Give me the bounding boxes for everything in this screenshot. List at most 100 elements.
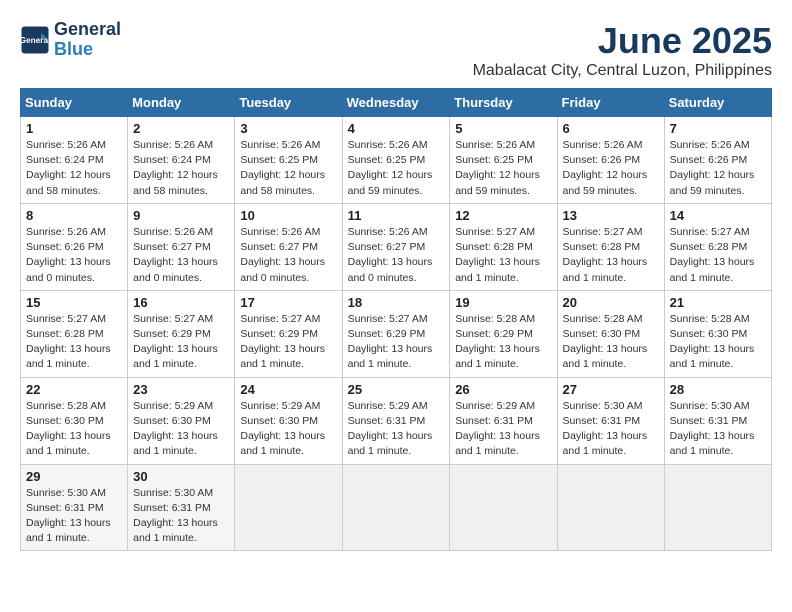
day-info: Sunrise: 5:27 AM Sunset: 6:28 PM Dayligh…: [563, 225, 659, 286]
day-info: Sunrise: 5:26 AM Sunset: 6:26 PM Dayligh…: [670, 138, 766, 199]
calendar-day-cell: 24 Sunrise: 5:29 AM Sunset: 6:30 PM Dayl…: [235, 377, 342, 464]
daylight-label: Daylight: 13 hours and 0 minutes.: [26, 256, 111, 283]
sunset-label: Sunset: 6:28 PM: [26, 328, 104, 340]
calendar-day-cell: 26 Sunrise: 5:29 AM Sunset: 6:31 PM Dayl…: [450, 377, 557, 464]
calendar-table: SundayMondayTuesdayWednesdayThursdayFrid…: [20, 88, 772, 551]
sunrise-label: Sunrise: 5:26 AM: [133, 139, 213, 151]
daylight-label: Daylight: 13 hours and 1 minute.: [563, 256, 648, 283]
sunset-label: Sunset: 6:29 PM: [348, 328, 426, 340]
daylight-label: Daylight: 12 hours and 59 minutes.: [348, 169, 433, 196]
sunset-label: Sunset: 6:31 PM: [348, 415, 426, 427]
calendar-day-cell: [664, 464, 771, 551]
day-number: 4: [348, 121, 445, 136]
daylight-label: Daylight: 12 hours and 59 minutes.: [455, 169, 540, 196]
logo-text-general: General: [54, 20, 121, 40]
calendar-day-cell: 3 Sunrise: 5:26 AM Sunset: 6:25 PM Dayli…: [235, 117, 342, 204]
sunrise-label: Sunrise: 5:26 AM: [348, 139, 428, 151]
sunrise-label: Sunrise: 5:27 AM: [133, 313, 213, 325]
daylight-label: Daylight: 13 hours and 1 minute.: [563, 343, 648, 370]
calendar-day-cell: 28 Sunrise: 5:30 AM Sunset: 6:31 PM Dayl…: [664, 377, 771, 464]
logo-icon: General: [20, 25, 50, 55]
day-info: Sunrise: 5:26 AM Sunset: 6:27 PM Dayligh…: [348, 225, 445, 286]
day-info: Sunrise: 5:30 AM Sunset: 6:31 PM Dayligh…: [133, 486, 229, 547]
daylight-label: Daylight: 13 hours and 1 minute.: [133, 517, 218, 544]
sunset-label: Sunset: 6:27 PM: [133, 241, 211, 253]
location-subtitle: Mabalacat City, Central Luzon, Philippin…: [473, 62, 772, 80]
day-info: Sunrise: 5:27 AM Sunset: 6:29 PM Dayligh…: [240, 312, 336, 373]
day-number: 13: [563, 208, 659, 223]
day-number: 2: [133, 121, 229, 136]
sunrise-label: Sunrise: 5:27 AM: [670, 226, 750, 238]
sunset-label: Sunset: 6:25 PM: [240, 154, 318, 166]
weekday-header-row: SundayMondayTuesdayWednesdayThursdayFrid…: [21, 89, 772, 117]
day-info: Sunrise: 5:26 AM Sunset: 6:27 PM Dayligh…: [133, 225, 229, 286]
daylight-label: Daylight: 13 hours and 1 minute.: [26, 343, 111, 370]
daylight-label: Daylight: 13 hours and 1 minute.: [240, 430, 325, 457]
calendar-week-row: 15 Sunrise: 5:27 AM Sunset: 6:28 PM Dayl…: [21, 290, 772, 377]
daylight-label: Daylight: 13 hours and 1 minute.: [670, 343, 755, 370]
daylight-label: Daylight: 12 hours and 58 minutes.: [133, 169, 218, 196]
calendar-day-cell: [557, 464, 664, 551]
sunrise-label: Sunrise: 5:26 AM: [26, 139, 106, 151]
calendar-week-row: 1 Sunrise: 5:26 AM Sunset: 6:24 PM Dayli…: [21, 117, 772, 204]
calendar-body: 1 Sunrise: 5:26 AM Sunset: 6:24 PM Dayli…: [21, 117, 772, 551]
daylight-label: Daylight: 13 hours and 1 minute.: [455, 343, 540, 370]
daylight-label: Daylight: 13 hours and 0 minutes.: [348, 256, 433, 283]
daylight-label: Daylight: 12 hours and 58 minutes.: [26, 169, 111, 196]
sunset-label: Sunset: 6:31 PM: [133, 502, 211, 514]
day-info: Sunrise: 5:26 AM Sunset: 6:26 PM Dayligh…: [26, 225, 122, 286]
day-number: 25: [348, 382, 445, 397]
day-info: Sunrise: 5:26 AM Sunset: 6:27 PM Dayligh…: [240, 225, 336, 286]
day-info: Sunrise: 5:26 AM Sunset: 6:24 PM Dayligh…: [133, 138, 229, 199]
day-number: 21: [670, 295, 766, 310]
logo-text-blue: Blue: [54, 40, 121, 60]
daylight-label: Daylight: 13 hours and 1 minute.: [348, 430, 433, 457]
calendar-day-cell: 10 Sunrise: 5:26 AM Sunset: 6:27 PM Dayl…: [235, 203, 342, 290]
daylight-label: Daylight: 13 hours and 1 minute.: [240, 343, 325, 370]
calendar-day-cell: [450, 464, 557, 551]
calendar-day-cell: 4 Sunrise: 5:26 AM Sunset: 6:25 PM Dayli…: [342, 117, 450, 204]
day-info: Sunrise: 5:27 AM Sunset: 6:28 PM Dayligh…: [26, 312, 122, 373]
day-info: Sunrise: 5:29 AM Sunset: 6:31 PM Dayligh…: [455, 399, 551, 460]
sunrise-label: Sunrise: 5:28 AM: [670, 313, 750, 325]
sunrise-label: Sunrise: 5:27 AM: [240, 313, 320, 325]
day-info: Sunrise: 5:26 AM Sunset: 6:26 PM Dayligh…: [563, 138, 659, 199]
day-number: 14: [670, 208, 766, 223]
sunrise-label: Sunrise: 5:28 AM: [26, 400, 106, 412]
logo: General General Blue: [20, 20, 121, 60]
daylight-label: Daylight: 12 hours and 59 minutes.: [563, 169, 648, 196]
calendar-week-row: 8 Sunrise: 5:26 AM Sunset: 6:26 PM Dayli…: [21, 203, 772, 290]
weekday-header: Friday: [557, 89, 664, 117]
sunrise-label: Sunrise: 5:26 AM: [670, 139, 750, 151]
calendar-day-cell: 22 Sunrise: 5:28 AM Sunset: 6:30 PM Dayl…: [21, 377, 128, 464]
sunset-label: Sunset: 6:30 PM: [240, 415, 318, 427]
sunrise-label: Sunrise: 5:26 AM: [133, 226, 213, 238]
sunset-label: Sunset: 6:26 PM: [563, 154, 641, 166]
day-info: Sunrise: 5:28 AM Sunset: 6:30 PM Dayligh…: [26, 399, 122, 460]
sunset-label: Sunset: 6:31 PM: [670, 415, 748, 427]
calendar-day-cell: 16 Sunrise: 5:27 AM Sunset: 6:29 PM Dayl…: [128, 290, 235, 377]
sunrise-label: Sunrise: 5:29 AM: [240, 400, 320, 412]
day-number: 18: [348, 295, 445, 310]
day-info: Sunrise: 5:29 AM Sunset: 6:30 PM Dayligh…: [240, 399, 336, 460]
title-block: June 2025 Mabalacat City, Central Luzon,…: [473, 20, 772, 80]
sunrise-label: Sunrise: 5:30 AM: [670, 400, 750, 412]
calendar-day-cell: 21 Sunrise: 5:28 AM Sunset: 6:30 PM Dayl…: [664, 290, 771, 377]
calendar-day-cell: 18 Sunrise: 5:27 AM Sunset: 6:29 PM Dayl…: [342, 290, 450, 377]
weekday-header: Tuesday: [235, 89, 342, 117]
daylight-label: Daylight: 13 hours and 1 minute.: [26, 517, 111, 544]
day-info: Sunrise: 5:28 AM Sunset: 6:30 PM Dayligh…: [563, 312, 659, 373]
sunrise-label: Sunrise: 5:26 AM: [563, 139, 643, 151]
sunrise-label: Sunrise: 5:26 AM: [455, 139, 535, 151]
calendar-day-cell: 23 Sunrise: 5:29 AM Sunset: 6:30 PM Dayl…: [128, 377, 235, 464]
sunrise-label: Sunrise: 5:27 AM: [563, 226, 643, 238]
calendar-day-cell: 12 Sunrise: 5:27 AM Sunset: 6:28 PM Dayl…: [450, 203, 557, 290]
calendar-day-cell: 15 Sunrise: 5:27 AM Sunset: 6:28 PM Dayl…: [21, 290, 128, 377]
day-number: 26: [455, 382, 551, 397]
day-number: 12: [455, 208, 551, 223]
month-title: June 2025: [473, 20, 772, 62]
daylight-label: Daylight: 12 hours and 59 minutes.: [670, 169, 755, 196]
sunrise-label: Sunrise: 5:27 AM: [455, 226, 535, 238]
sunset-label: Sunset: 6:29 PM: [455, 328, 533, 340]
day-info: Sunrise: 5:30 AM Sunset: 6:31 PM Dayligh…: [563, 399, 659, 460]
